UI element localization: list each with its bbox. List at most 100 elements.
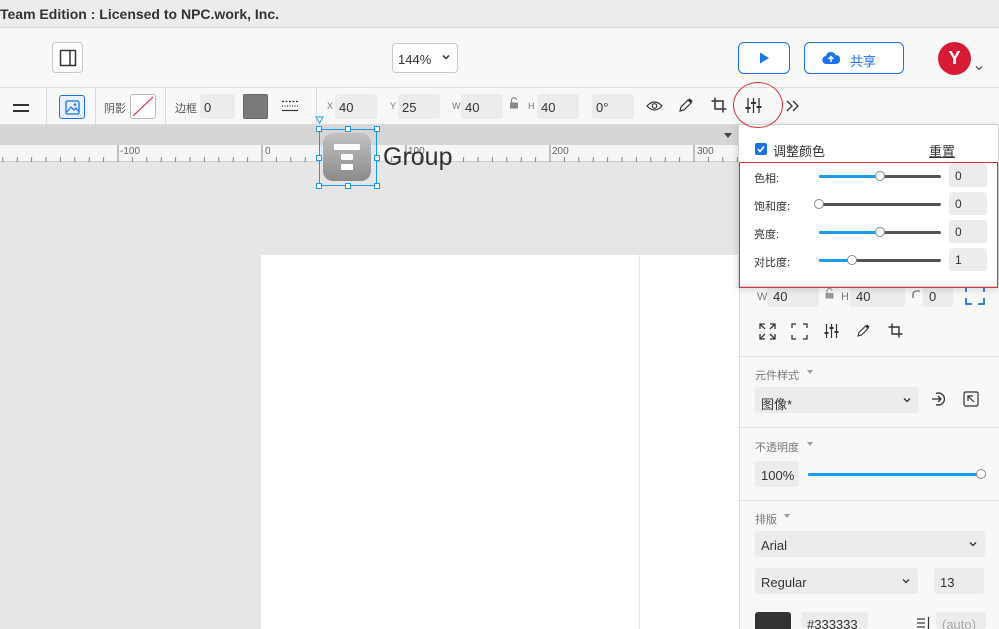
panel-layout-icon	[59, 49, 77, 67]
contrast-input[interactable]: 1	[949, 248, 987, 271]
saturation-input[interactable]: 0	[949, 192, 987, 215]
resize-handle[interactable]	[345, 126, 351, 132]
more-chevrons-icon[interactable]	[786, 100, 799, 112]
hue-label: 色相:	[754, 173, 780, 185]
group-label-text[interactable]: Group	[383, 143, 452, 172]
resize-handle[interactable]	[316, 155, 322, 161]
detach-style-icon[interactable]	[963, 391, 979, 407]
adjust-color-title: 调整颜色	[773, 144, 826, 159]
header: 144% 共享 Y	[0, 28, 999, 88]
adjust-color-icon[interactable]	[824, 324, 839, 338]
unlock-icon[interactable]	[825, 288, 834, 299]
resize-handle[interactable]	[374, 155, 380, 161]
check-icon	[757, 146, 765, 153]
border-width-input[interactable]: 0	[200, 94, 235, 119]
resize-handle[interactable]	[316, 126, 322, 132]
brightness-label: 亮度:	[754, 229, 780, 241]
share-label: 共享	[850, 54, 877, 69]
resize-handle[interactable]	[316, 183, 322, 189]
resize-handle[interactable]	[374, 126, 380, 132]
unlock-icon[interactable]	[509, 97, 519, 109]
zoom-select[interactable]: 144%	[392, 43, 458, 73]
shadow-toggle[interactable]	[130, 94, 156, 119]
hue-slider[interactable]	[819, 171, 941, 181]
user-avatar[interactable]: Y	[938, 42, 971, 75]
border-style-icon[interactable]	[282, 100, 298, 112]
eye-icon[interactable]	[646, 100, 663, 112]
crop-icon[interactable]	[888, 323, 903, 338]
opacity-slider-thumb[interactable]	[976, 469, 986, 479]
opacity-section-title: 不透明度	[755, 442, 799, 454]
slider-thumb[interactable]	[814, 199, 824, 209]
toggle-panel-button[interactable]	[52, 42, 83, 73]
typography-section-title: 排版	[755, 514, 777, 526]
w-label: W	[757, 291, 768, 303]
rotate-handle-icon[interactable]	[315, 116, 324, 124]
opacity-slider-track[interactable]	[808, 469, 986, 479]
h-input[interactable]: 40	[537, 94, 579, 119]
style-section-title: 元件样式	[755, 370, 799, 382]
rotation-input[interactable]: 0°	[592, 94, 634, 119]
line-height-input[interactable]: (auto)	[936, 612, 986, 629]
line-height-icon	[917, 617, 930, 629]
section-divider	[740, 500, 999, 501]
brightness-input[interactable]: 0	[949, 220, 987, 243]
expand-icon[interactable]	[759, 323, 776, 340]
hue-input[interactable]: 0	[949, 164, 987, 187]
w-label: W	[452, 101, 461, 111]
title-bar: Team Edition : Licensed to NPC.work, Inc…	[0, 0, 999, 28]
adjust-color-checkbox[interactable]	[755, 143, 767, 155]
x-input[interactable]: 40	[335, 94, 377, 119]
property-toolbar: 阴影 边框 0 X 40 Y 25 W 40 H 40 0°	[0, 88, 999, 125]
brightness-slider[interactable]	[819, 227, 941, 237]
design-canvas[interactable]	[0, 163, 740, 629]
slider-thumb[interactable]	[875, 227, 885, 237]
apply-style-icon[interactable]	[931, 391, 947, 407]
font-family-select[interactable]: Arial	[755, 531, 985, 557]
align-icon[interactable]	[13, 104, 29, 112]
slider-thumb[interactable]	[875, 171, 885, 181]
font-weight-select[interactable]: Regular	[755, 568, 918, 594]
w-input[interactable]: 40	[461, 94, 503, 119]
text-color-swatch[interactable]	[755, 612, 791, 629]
saturation-slider[interactable]	[814, 199, 941, 209]
adjust-color-popup: 调整颜色 重置 色相: 0 饱和度: 0 亮度: 0 对比度: 1	[738, 124, 999, 288]
section-divider	[740, 356, 999, 357]
h-label: H	[841, 291, 849, 303]
border-color-swatch[interactable]	[243, 94, 268, 119]
preview-button[interactable]	[738, 42, 790, 74]
width-input[interactable]: 40	[767, 285, 819, 307]
image-style-button[interactable]	[59, 95, 85, 119]
slider-thumb[interactable]	[846, 255, 857, 265]
artboard[interactable]	[261, 255, 740, 629]
opacity-slider-fill	[808, 473, 981, 476]
eyedropper-icon[interactable]	[856, 323, 871, 338]
y-input[interactable]: 25	[398, 94, 440, 119]
annotation-circle	[733, 82, 783, 128]
resize-handle[interactable]	[374, 183, 380, 189]
caret-down-icon[interactable]	[807, 370, 813, 375]
reset-button[interactable]: 重置	[929, 141, 955, 160]
height-input[interactable]: 40	[850, 285, 905, 307]
image-icon	[65, 100, 80, 115]
style-select[interactable]: 图像*	[755, 387, 919, 413]
caret-down-icon[interactable]	[784, 514, 790, 519]
font-size-input[interactable]: 13	[934, 568, 984, 594]
no-shadow-icon	[132, 96, 154, 117]
fit-icon[interactable]	[791, 323, 808, 340]
share-button[interactable]: 共享	[804, 42, 904, 74]
text-color-input[interactable]: #333333	[801, 612, 868, 629]
contrast-slider[interactable]	[819, 255, 941, 265]
caret-down-icon[interactable]	[807, 442, 813, 447]
selection-box[interactable]	[319, 129, 377, 186]
corner-radius-input[interactable]: 0	[923, 285, 953, 307]
resize-handle[interactable]	[345, 183, 351, 189]
zoom-value: 144%	[398, 52, 432, 67]
opacity-input[interactable]: 100%	[755, 461, 799, 487]
fit-frame-icon[interactable]	[965, 285, 985, 305]
caret-down-icon[interactable]	[723, 132, 733, 139]
eyedropper-icon[interactable]	[678, 97, 694, 113]
chevron-down-icon[interactable]	[974, 63, 984, 73]
h-label: H	[528, 101, 535, 111]
crop-icon[interactable]	[711, 97, 727, 113]
